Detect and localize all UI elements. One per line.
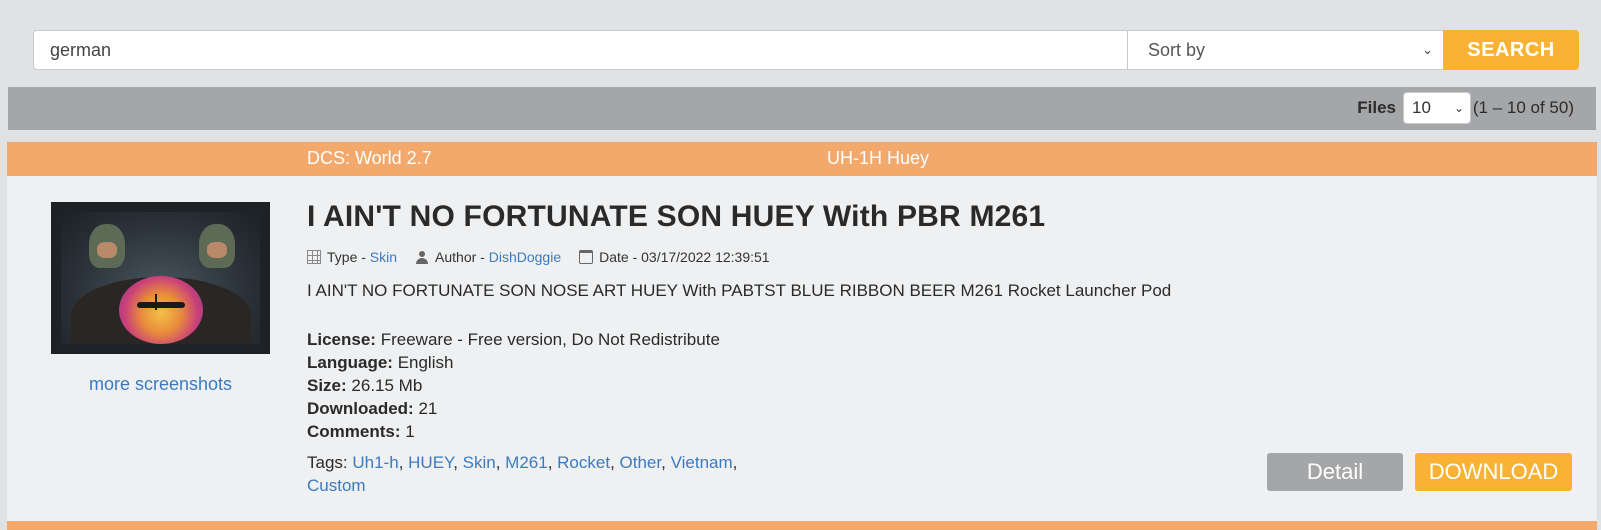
game-label: DCS: World 2.7 <box>307 148 432 168</box>
tag-link[interactable]: Vietnam <box>671 453 733 472</box>
meta-date-label: Date - <box>599 249 638 265</box>
license-label: License: <box>307 330 376 349</box>
tag-link[interactable]: Custom <box>307 476 366 495</box>
language-value: English <box>397 353 454 372</box>
next-card-header <box>7 521 1597 530</box>
download-button[interactable]: DOWNLOAD <box>1415 453 1572 491</box>
downloaded-value: 21 <box>418 399 438 418</box>
meta-type-link[interactable]: Skin <box>370 249 397 265</box>
chevron-down-icon: ⌄ <box>1422 42 1433 57</box>
result-card-header: DCS: World 2.7 UH-1H Huey <box>7 142 1597 176</box>
files-label: Files <box>1357 98 1396 117</box>
tags-list: Tags: Uh1-h, HUEY, Skin, M261, Rocket, O… <box>307 453 738 495</box>
grid-icon <box>307 250 321 264</box>
screenshot-thumbnail[interactable] <box>51 202 270 354</box>
file-details: License: Freeware - Free version, Do Not… <box>307 328 720 443</box>
comments-label: Comments: <box>307 422 401 441</box>
file-title[interactable]: I AIN'T NO FORTUNATE SON HUEY With PBR M… <box>307 200 1045 234</box>
downloaded-row: Downloaded: 21 <box>307 397 720 420</box>
user-icon <box>415 250 429 264</box>
search-input[interactable]: german <box>33 30 1128 70</box>
size-value: 26.15 Mb <box>351 376 423 395</box>
tags-label: Tags: <box>307 453 348 472</box>
tag-link[interactable]: Rocket <box>557 453 610 472</box>
search-button[interactable]: SEARCH <box>1443 30 1579 70</box>
comments-value: 1 <box>405 422 415 441</box>
license-value: Freeware - Free version, Do Not Redistri… <box>380 330 720 349</box>
size-label: Size: <box>307 376 347 395</box>
tag-link[interactable]: Uh1-h <box>352 453 398 472</box>
search-panel: german Sort by ⌄ SEARCH <box>8 4 1596 86</box>
meta-author-link[interactable]: DishDoggie <box>489 249 561 265</box>
files-range: (1 – 10 of 50) <box>1472 98 1574 117</box>
sort-select[interactable]: Sort by ⌄ <box>1128 30 1444 70</box>
tag-link[interactable]: Skin <box>463 453 496 472</box>
sort-select-label: Sort by <box>1148 40 1206 60</box>
aircraft-label: UH-1H Huey <box>827 148 930 168</box>
calendar-icon <box>579 250 594 264</box>
downloaded-label: Downloaded: <box>307 399 414 418</box>
meta-date: Date - 03/17/2022 12:39:51 <box>579 249 770 265</box>
meta-type: Type - Skin <box>307 249 397 265</box>
meta-author-label: Author - <box>435 249 485 265</box>
license-row: License: Freeware - Free version, Do Not… <box>307 328 720 351</box>
file-meta: Type - Skin Author - DishDoggie Date - 0… <box>307 249 788 265</box>
files-per-page-select[interactable]: 10 ⌄ <box>1403 92 1471 124</box>
page: german Sort by ⌄ SEARCH Files 10 ⌄ (1 – … <box>0 0 1601 530</box>
meta-author: Author - DishDoggie <box>415 249 561 265</box>
size-row: Size: 26.15 Mb <box>307 374 720 397</box>
file-description: I AIN'T NO FORTUNATE SON NOSE ART HUEY W… <box>307 281 1172 300</box>
meta-date-value: 03/17/2022 12:39:51 <box>641 249 770 265</box>
language-label: Language: <box>307 353 393 372</box>
detail-button[interactable]: Detail <box>1267 453 1403 491</box>
tag-link[interactable]: M261 <box>505 453 548 472</box>
meta-type-label: Type - <box>327 249 366 265</box>
tag-link[interactable]: HUEY <box>408 453 453 472</box>
chevron-down-icon: ⌄ <box>1453 101 1464 115</box>
cockpit-frame <box>51 202 270 354</box>
comments-row: Comments: 1 <box>307 420 720 443</box>
tag-link[interactable]: Other <box>620 453 662 472</box>
more-screenshots-link[interactable]: more screenshots <box>51 374 270 395</box>
files-per-page-value: 10 <box>1412 98 1431 117</box>
files-bar: Files 10 ⌄ (1 – 10 of 50) <box>8 87 1596 130</box>
language-row: Language: English <box>307 351 720 374</box>
